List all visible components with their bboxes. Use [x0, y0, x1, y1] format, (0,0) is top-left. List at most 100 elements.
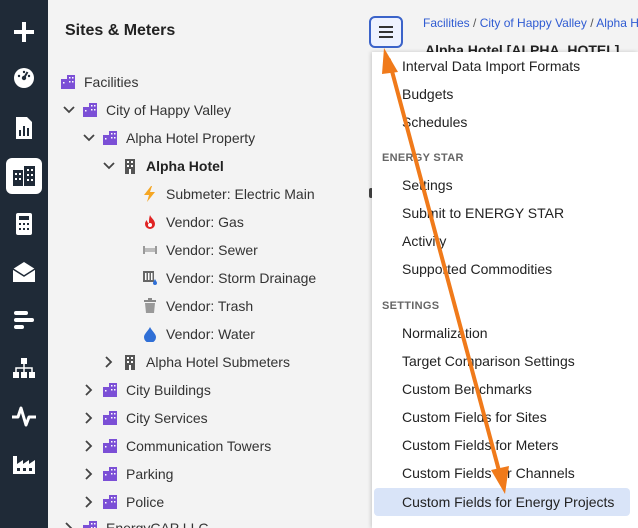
tree-item-selected[interactable]: Alpha Hotel	[102, 152, 224, 180]
pulse-icon	[12, 406, 36, 427]
tree-item-label: Alpha Hotel	[146, 158, 224, 174]
tree-item[interactable]: Vendor: Gas	[142, 208, 244, 236]
flame-icon	[142, 214, 158, 230]
building-icon	[102, 438, 118, 454]
menu-item-supported-commodities[interactable]: Supported Commodities	[372, 255, 638, 283]
storm-drain-icon	[142, 270, 158, 286]
nav-projects[interactable]	[6, 302, 42, 338]
mail-open-icon	[12, 262, 36, 282]
nav-interval-data[interactable]	[6, 398, 42, 434]
breadcrumb-link[interactable]: Alpha Hotel	[596, 16, 638, 30]
hotel-icon	[122, 158, 138, 174]
menu-item-custom-fields-meters[interactable]: Custom Fields for Meters	[372, 431, 638, 459]
trash-icon	[142, 298, 158, 314]
chevron-right-icon[interactable]	[82, 467, 96, 481]
nav-sites-meters[interactable]	[6, 158, 42, 194]
nav-messages[interactable]	[6, 254, 42, 290]
building-icon	[82, 102, 98, 118]
tree-item[interactable]: Communication Towers	[82, 432, 271, 460]
chevron-right-icon[interactable]	[82, 383, 96, 397]
tree-item[interactable]: EnergyCAP LLC	[62, 514, 208, 528]
pipe-icon	[142, 242, 158, 258]
tree-item[interactable]: Vendor: Trash	[142, 292, 253, 320]
tree-item-label: Vendor: Gas	[166, 214, 244, 230]
hotel-icon	[122, 354, 138, 370]
plus-icon	[14, 22, 34, 42]
menu-item-normalization[interactable]: Normalization	[372, 319, 638, 347]
tree-item[interactable]: Police	[82, 488, 164, 516]
section-header-energy-star: ENERGY STAR	[382, 152, 464, 164]
menu-item-budgets[interactable]: Budgets	[372, 80, 638, 108]
nav-reports[interactable]	[6, 110, 42, 146]
chevron-right-icon[interactable]	[102, 355, 116, 369]
hierarchy-icon	[13, 358, 35, 378]
tree-item[interactable]: City Buildings	[82, 376, 211, 404]
menu-item-custom-fields-energy-projects[interactable]: Custom Fields for Energy Projects	[374, 488, 630, 516]
tree-item[interactable]: Alpha Hotel Property	[82, 124, 255, 152]
add-button[interactable]	[6, 14, 42, 50]
building-icon	[102, 130, 118, 146]
tree-item-label: Facilities	[84, 74, 139, 90]
settings-dropdown-menu: Interval Data Import Formats Budgets Sch…	[372, 52, 638, 528]
tree-item-label: Submeter: Electric Main	[166, 186, 315, 202]
tree-item-label: City Services	[126, 410, 208, 426]
tree-item[interactable]: City Services	[82, 404, 208, 432]
report-icon	[16, 117, 32, 139]
tree-item-label: EnergyCAP LLC	[106, 520, 209, 528]
menu-item-custom-fields-sites[interactable]: Custom Fields for Sites	[372, 403, 638, 431]
building-icon	[82, 520, 98, 528]
tree-item[interactable]: Vendor: Storm Drainage	[142, 264, 316, 292]
tree-item[interactable]: Vendor: Water	[142, 320, 255, 348]
panel-title: Sites & Meters	[65, 22, 176, 39]
building-icon	[60, 74, 76, 90]
bolt-icon	[142, 186, 158, 202]
menu-item-schedules[interactable]: Schedules	[372, 108, 638, 136]
breadcrumb: Facilities / City of Happy Valley / Alph…	[423, 16, 638, 30]
tree-item[interactable]: Alpha Hotel Submeters	[102, 348, 290, 376]
nav-dashboard[interactable]	[6, 60, 42, 96]
breadcrumb-link[interactable]: City of Happy Valley	[480, 16, 587, 30]
tree-item[interactable]: Submeter: Electric Main	[142, 180, 315, 208]
gantt-icon	[14, 311, 34, 329]
section-header-settings: SETTINGS	[382, 300, 440, 312]
tree-item-label: City Buildings	[126, 382, 211, 398]
tree-item-label: Alpha Hotel Submeters	[146, 354, 290, 370]
nav-emissions[interactable]	[6, 446, 42, 482]
tree-item-label: Vendor: Sewer	[166, 242, 258, 258]
menu-item-energy-star-settings[interactable]: Settings	[372, 171, 638, 199]
menu-button[interactable]	[369, 16, 403, 48]
chevron-down-icon[interactable]	[102, 159, 116, 173]
tree-item-label: Police	[126, 494, 165, 510]
menu-item-activity[interactable]: Activity	[372, 227, 638, 255]
water-drop-icon	[142, 326, 158, 342]
menu-item-interval-data-import-formats[interactable]: Interval Data Import Formats	[372, 52, 638, 80]
tree-item[interactable]: Vendor: Sewer	[142, 236, 258, 264]
building-icon	[102, 382, 118, 398]
tree-item-label: Alpha Hotel Property	[126, 130, 256, 146]
chevron-right-icon[interactable]	[82, 439, 96, 453]
tree-item[interactable]: Facilities	[60, 68, 138, 96]
chevron-down-icon[interactable]	[62, 103, 76, 117]
tree-item-label: Vendor: Water	[166, 326, 255, 342]
menu-item-custom-benchmarks[interactable]: Custom Benchmarks	[372, 375, 638, 403]
building-icon	[102, 494, 118, 510]
tree-item-label: Vendor: Trash	[166, 298, 254, 314]
tree-item[interactable]: Parking	[82, 460, 173, 488]
chevron-right-icon[interactable]	[82, 495, 96, 509]
buildings-icon	[13, 166, 35, 186]
breadcrumb-link[interactable]: Facilities	[423, 16, 470, 30]
building-icon	[102, 466, 118, 482]
chevron-down-icon[interactable]	[82, 131, 96, 145]
chevron-right-icon[interactable]	[62, 521, 76, 528]
tree-item-label: City of Happy Valley	[106, 102, 232, 118]
nav-rail	[0, 0, 48, 528]
menu-item-submit-to-energy-star[interactable]: Submit to ENERGY STAR	[372, 199, 638, 227]
tree-item-label: Communication Towers	[126, 438, 272, 454]
menu-item-custom-fields-channels[interactable]: Custom Fields for Channels	[372, 459, 638, 487]
tree-item[interactable]: City of Happy Valley	[62, 96, 231, 124]
menu-item-target-comparison-settings[interactable]: Target Comparison Settings	[372, 347, 638, 375]
chevron-right-icon[interactable]	[82, 411, 96, 425]
factory-icon	[13, 456, 35, 474]
nav-bills[interactable]	[6, 206, 42, 242]
nav-hierarchy[interactable]	[6, 350, 42, 386]
